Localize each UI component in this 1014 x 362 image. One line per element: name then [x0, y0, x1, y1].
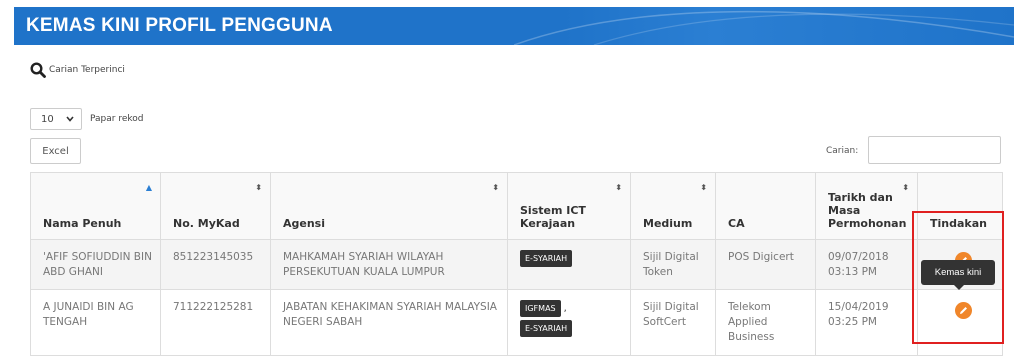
- edit-tooltip: Kemas kini: [921, 260, 995, 290]
- column-header-sistem[interactable]: Sistem ICT Kerajaan ⬍: [507, 172, 631, 240]
- column-header-tarikh[interactable]: Tarikh dan Masa Permohonan ⬍: [815, 172, 918, 240]
- search-icon: [30, 62, 46, 78]
- column-header-mykad[interactable]: No. MyKad ⬍: [160, 172, 271, 240]
- cell-mykad: 851223145035: [160, 239, 271, 290]
- table-row: 'AFIF SOFIUDDIN BIN ABD GHANI 8512231450…: [30, 239, 1003, 290]
- page-title: KEMAS KINI PROFIL PENGGUNA: [26, 15, 333, 36]
- cell-ca: Telekom Applied Business: [715, 289, 816, 356]
- table-row: A JUNAIDI BIN AG TENGAH 711222125281 JAB…: [30, 289, 1003, 356]
- sort-icon: ⬍: [902, 183, 909, 192]
- cell-agensi: MAHKAMAH SYARIAH WILAYAH PERSEKUTUAN KUA…: [270, 239, 508, 290]
- cell-tarikh: 15/04/2019 03:25 PM: [815, 289, 918, 356]
- search-label: Carian:: [826, 146, 859, 156]
- cell-nama: A JUNAIDI BIN AG TENGAH: [30, 289, 161, 356]
- cell-ca: POS Digicert: [715, 239, 816, 290]
- sort-icon: ⬍: [700, 183, 707, 192]
- sort-icon: ⬍: [492, 183, 499, 192]
- sort-icon: ⬍: [615, 183, 622, 192]
- cell-sistem: E-SYARIAH: [507, 239, 631, 290]
- column-header-medium[interactable]: Medium ⬍: [630, 172, 716, 240]
- page-header: KEMAS KINI PROFIL PENGGUNA: [14, 7, 1014, 45]
- page-length-value: 10: [41, 113, 54, 125]
- cell-medium: Sijil Digital SoftCert: [630, 289, 716, 356]
- system-badge: IGFMAS: [520, 300, 561, 317]
- excel-export-button[interactable]: Excel: [30, 138, 81, 164]
- cell-nama: 'AFIF SOFIUDDIN BIN ABD GHANI: [30, 239, 161, 290]
- badge-separator: ,: [563, 303, 567, 314]
- column-header-agensi[interactable]: Agensi ⬍: [270, 172, 508, 240]
- cell-medium: Sijil Digital Token: [630, 239, 716, 290]
- cell-tarikh: 09/07/2018 03:13 PM: [815, 239, 918, 290]
- page-length-control: 10 Papar rekod: [30, 108, 143, 130]
- header-decoration: [514, 10, 1014, 45]
- advanced-search-link[interactable]: Carian Terperinci: [30, 62, 125, 78]
- system-badge: E-SYARIAH: [520, 250, 573, 267]
- sort-asc-icon: ▲: [145, 183, 152, 192]
- system-badge: E-SYARIAH: [520, 320, 573, 337]
- search-input[interactable]: [868, 136, 1001, 164]
- page-length-label: Papar rekod: [90, 114, 144, 124]
- page-length-select[interactable]: 10: [30, 108, 82, 130]
- chevron-down-icon: [66, 116, 74, 122]
- column-header-ca: CA: [715, 172, 816, 240]
- advanced-search-label: Carian Terperinci: [49, 65, 125, 75]
- sort-icon: ⬍: [255, 183, 262, 192]
- users-table: Nama Penuh ▲ No. MyKad ⬍ Agensi ⬍ Sistem IC…: [30, 172, 1003, 356]
- cell-sistem: IGFMAS, E-SYARIAH: [507, 289, 631, 356]
- cell-mykad: 711222125281: [160, 289, 271, 356]
- cell-agensi: JABATAN KEHAKIMAN SYARIAH MALAYSIA NEGER…: [270, 289, 508, 356]
- column-header-nama[interactable]: Nama Penuh ▲: [30, 172, 161, 240]
